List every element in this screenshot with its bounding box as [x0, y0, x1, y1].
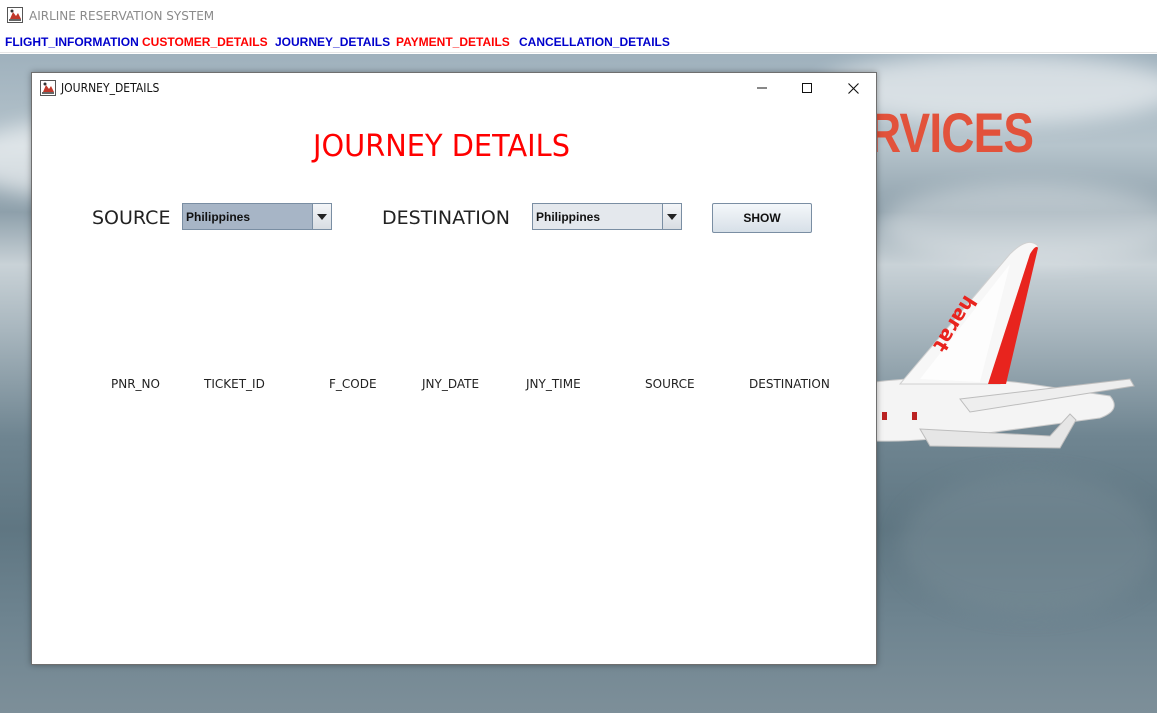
banner-text: RVICES [868, 101, 1034, 164]
window-title: JOURNEY_DETAILS [61, 81, 160, 95]
airplane-tail-image: ʇɐɹɐɥ [860, 241, 1135, 449]
menu-cancellation-details[interactable]: CANCELLATION_DETAILS [519, 35, 670, 49]
menu-bar: FLIGHT_INFORMATION CUSTOMER_DETAILS JOUR… [0, 31, 1157, 53]
column-header-pnr-no: PNR_NO [111, 377, 160, 391]
maximize-icon [802, 83, 812, 93]
column-header-source: SOURCE [645, 377, 695, 391]
source-label: SOURCE [92, 207, 171, 229]
show-button[interactable]: SHOW [712, 203, 812, 233]
column-header-jny-date: JNY_DATE [422, 377, 480, 391]
source-dropdown-value: Philippines [186, 210, 251, 224]
journey-details-window: JOURNEY_DETAILS JOURNEY DETAILS SOURCE P… [31, 72, 877, 665]
column-header-jny-time: JNY_TIME [526, 377, 581, 391]
column-header-f-code: F_CODE [329, 377, 377, 391]
source-dropdown-arrow[interactable] [312, 204, 331, 229]
app-title: AIRLINE RESERVATION SYSTEM [29, 9, 215, 23]
source-dropdown[interactable]: Philippines [182, 203, 332, 230]
column-header-destination: DESTINATION [749, 377, 830, 391]
close-icon [847, 82, 859, 94]
java-cup-icon [40, 80, 56, 96]
app-icon [7, 7, 23, 23]
destination-label: DESTINATION [382, 207, 511, 229]
journey-details-titlebar[interactable]: JOURNEY_DETAILS [32, 73, 876, 103]
app-titlebar: AIRLINE RESERVATION SYSTEM [0, 0, 1157, 31]
chevron-down-icon [667, 213, 677, 220]
destination-dropdown[interactable]: Philippines [532, 203, 682, 230]
close-button[interactable] [830, 73, 876, 103]
column-header-ticket-id: TICKET_ID [204, 377, 265, 391]
menu-journey-details[interactable]: JOURNEY_DETAILS [275, 35, 390, 49]
destination-dropdown-arrow[interactable] [662, 204, 681, 229]
destination-dropdown-value: Philippines [536, 210, 601, 224]
maximize-button[interactable] [784, 73, 830, 103]
chevron-down-icon [317, 213, 327, 220]
page-title: JOURNEY DETAILS [313, 129, 571, 164]
minimize-button[interactable] [739, 73, 785, 103]
menu-flight-information[interactable]: FLIGHT_INFORMATION [5, 35, 139, 49]
minimize-icon [757, 87, 767, 89]
menu-payment-details[interactable]: PAYMENT_DETAILS [396, 35, 510, 49]
menu-customer-details[interactable]: CUSTOMER_DETAILS [142, 35, 268, 49]
